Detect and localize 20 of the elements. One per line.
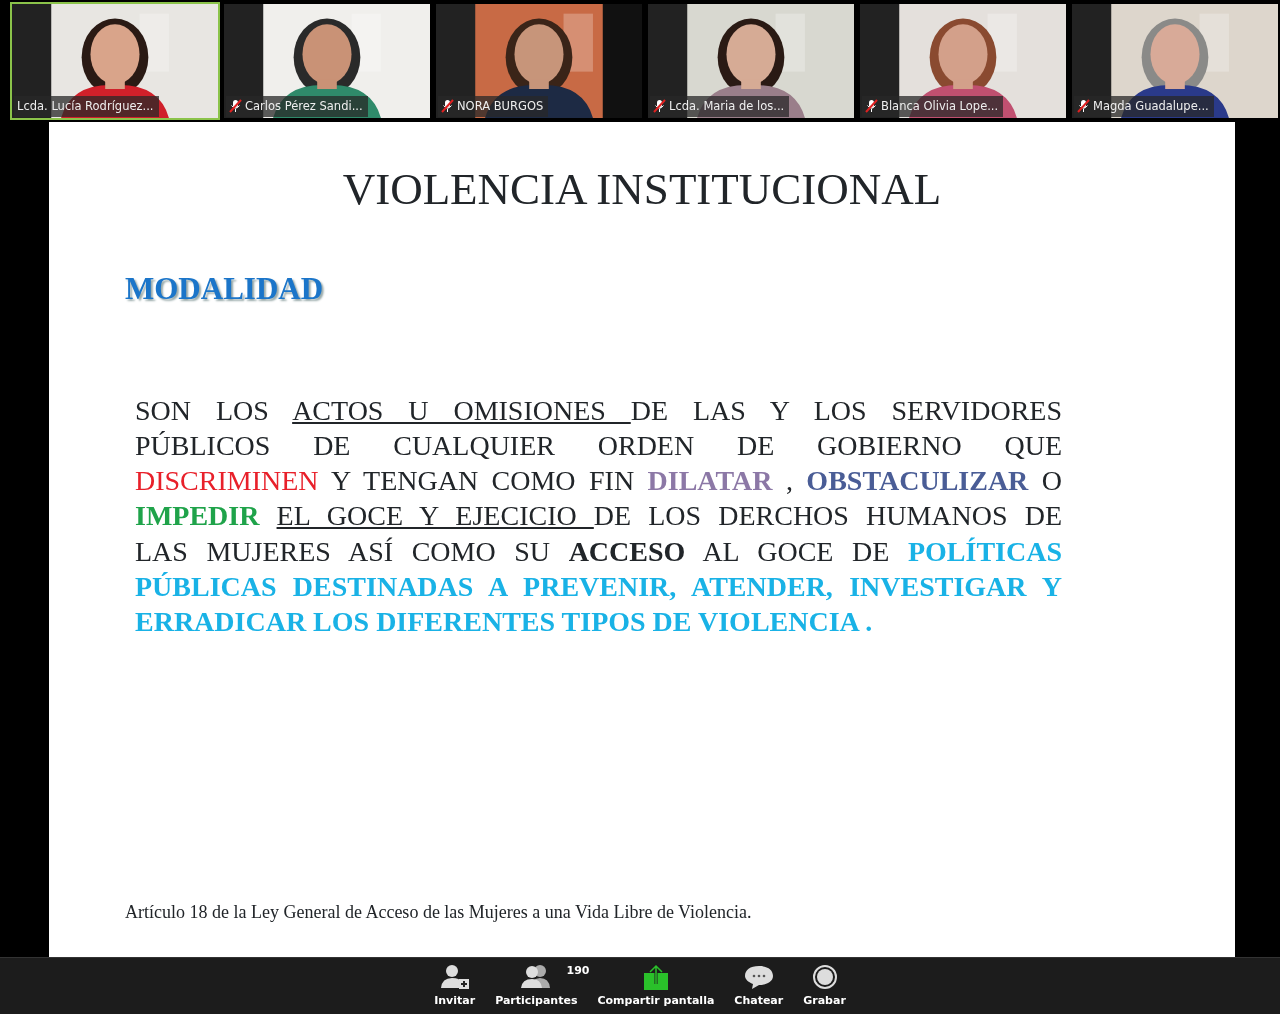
invite-button[interactable]: Invitar (424, 958, 486, 1014)
slide-subtitle: MODALIDAD (125, 270, 324, 308)
participants-button[interactable]: 190 Participantes (485, 958, 588, 1014)
record-button[interactable]: Grabar (793, 958, 856, 1014)
record-icon (811, 964, 838, 990)
participant-count: 190 (566, 963, 590, 979)
share-screen-icon (641, 964, 670, 990)
invite-person-icon (439, 964, 470, 990)
two-people-icon (520, 964, 553, 990)
chat-bubble-icon (743, 964, 774, 990)
name-label: Lcda. Maria de los... (650, 95, 790, 117)
name-label: Lcda. Lucía Rodríguez... (14, 95, 159, 117)
name-label: Blanca Olivia Lope... (862, 95, 1004, 117)
citation-text: Artículo 18 de la Ley General de Acceso de las Mujeres a una Vida Libre de Violencia. (125, 900, 752, 924)
name-label: Carlos Pérez Sandi... (226, 95, 368, 117)
slide-title: VIOLENCIA INSTITUCIONAL (341, 163, 943, 216)
slide-paragraph: SON LOS ACTOS U OMISIONES DE LAS Y LOS SERVIDORES PÚBLICOS DE CUALQUIER ORDEN DE GOBIERNO QUE DISCRIMINEN Y TENGAN COMO FIN DILATAR , OBSTACULIZAR O IMPEDIR EL GOCE Y EJECICIO DE LOS DERCHOS HUMANOS DE LAS MUJERES ASÍ COMO SU ACCESO AL GOCE DE POLÍTICAS PÚBLICAS DESTINADAS A PREVENIR, ATENDER, INVESTIGAR Y ERRADICAR LOS DIFERENTES TIPOS DE VIOLENCIA . (135, 393, 1062, 640)
chat-button[interactable]: Chatear (724, 958, 794, 1014)
name-label: NORA BURGOS (438, 95, 549, 117)
name-label: Magda Guadalupe... (1074, 95, 1214, 117)
